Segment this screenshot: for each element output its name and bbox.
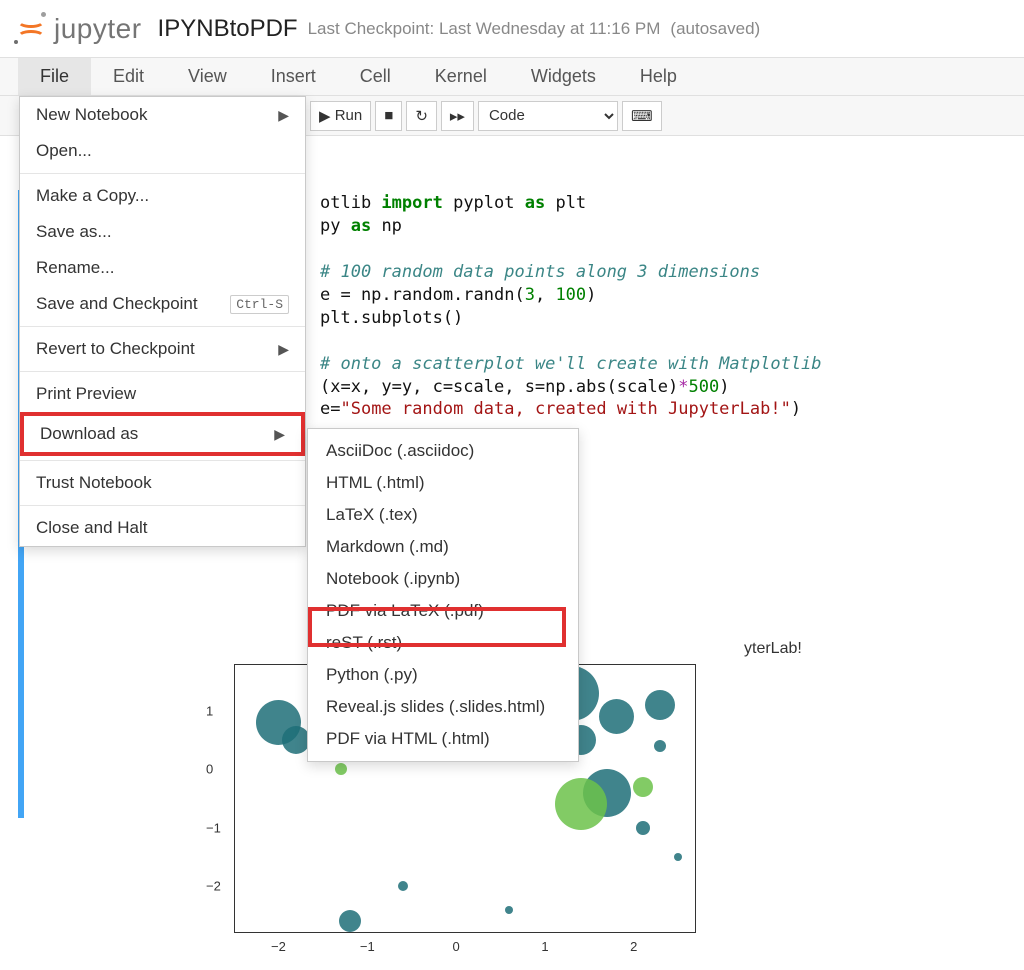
y-tick-label: 0 bbox=[206, 762, 213, 777]
download-as-item[interactable]: PDF via HTML (.html) bbox=[308, 723, 578, 755]
menu-view[interactable]: View bbox=[166, 58, 249, 95]
x-tick-label: −1 bbox=[360, 939, 375, 954]
x-tick-label: 2 bbox=[630, 939, 637, 954]
file-menu-item[interactable]: Open... bbox=[20, 133, 305, 169]
menu-separator bbox=[20, 326, 305, 327]
menu-cell[interactable]: Cell bbox=[338, 58, 413, 95]
file-menu-item-label: Make a Copy... bbox=[36, 186, 149, 206]
brand: jupyter bbox=[54, 13, 142, 45]
scatter-point bbox=[335, 763, 347, 775]
menu-separator bbox=[20, 173, 305, 174]
stop-icon: ■ bbox=[384, 107, 393, 124]
submenu-arrow-icon: ▶ bbox=[278, 107, 289, 124]
keybinding-label: Ctrl-S bbox=[230, 295, 289, 314]
file-menu-item[interactable]: Save and Checkpoint Ctrl-S bbox=[20, 286, 305, 322]
checkpoint-status: Last Checkpoint: Last Wednesday at 11:16… bbox=[308, 19, 661, 39]
menu-separator bbox=[20, 505, 305, 506]
menu-help[interactable]: Help bbox=[618, 58, 699, 95]
header: jupyter IPYNBtoPDF Last Checkpoint: Last… bbox=[0, 0, 1024, 58]
menu-insert[interactable]: Insert bbox=[249, 58, 338, 95]
download-as-item[interactable]: reST (.rst) bbox=[308, 627, 578, 659]
download-as-item[interactable]: HTML (.html) bbox=[308, 467, 578, 499]
submenu-arrow-icon: ▶ bbox=[278, 341, 289, 358]
file-menu-item[interactable]: Download as ▶ bbox=[20, 412, 305, 456]
run-label: Run bbox=[335, 107, 363, 124]
menu-separator bbox=[20, 460, 305, 461]
x-tick-label: −2 bbox=[271, 939, 286, 954]
download-as-item[interactable]: AsciiDoc (.asciidoc) bbox=[308, 435, 578, 467]
download-as-item[interactable]: LaTeX (.tex) bbox=[308, 499, 578, 531]
scatter-point bbox=[339, 910, 361, 932]
file-menu-item[interactable]: New Notebook ▶ bbox=[20, 97, 305, 133]
scatter-point bbox=[398, 881, 408, 891]
menu-edit[interactable]: Edit bbox=[91, 58, 166, 95]
scatter-point bbox=[633, 777, 653, 797]
file-menu-item-label: Open... bbox=[36, 141, 92, 161]
y-tick-label: −2 bbox=[206, 879, 221, 894]
submenu-arrow-icon: ▶ bbox=[274, 426, 285, 443]
file-menu-item-label: Trust Notebook bbox=[36, 473, 152, 493]
play-icon: ▶ bbox=[319, 107, 331, 125]
download-as-item[interactable]: Python (.py) bbox=[308, 659, 578, 691]
file-menu-item-label: New Notebook bbox=[36, 105, 148, 125]
scatter-point bbox=[636, 821, 650, 835]
fast-forward-button[interactable]: ▸▸ bbox=[441, 101, 474, 131]
x-tick-label: 0 bbox=[452, 939, 459, 954]
file-menu-item[interactable]: Revert to Checkpoint ▶ bbox=[20, 331, 305, 367]
file-menu-item[interactable]: Make a Copy... bbox=[20, 178, 305, 214]
download-as-item[interactable]: Reveal.js slides (.slides.html) bbox=[308, 691, 578, 723]
file-menu-item-label: Revert to Checkpoint bbox=[36, 339, 195, 359]
fast-forward-icon: ▸▸ bbox=[450, 107, 465, 125]
menubar: File Edit View Insert Cell Kernel Widget… bbox=[0, 58, 1024, 96]
scatter-point bbox=[282, 726, 310, 754]
file-menu-item[interactable]: Close and Halt bbox=[20, 510, 305, 546]
scatter-point bbox=[599, 699, 634, 734]
x-tick-label: 1 bbox=[541, 939, 548, 954]
run-button[interactable]: ▶ Run bbox=[310, 101, 371, 131]
cell-type-select[interactable]: Code bbox=[478, 101, 618, 131]
file-menu-item[interactable]: Save as... bbox=[20, 214, 305, 250]
file-menu-item[interactable]: Rename... bbox=[20, 250, 305, 286]
plot-title-fragment: yterLab! bbox=[744, 640, 802, 658]
y-tick-label: −1 bbox=[206, 820, 221, 835]
file-menu-item-label: Close and Halt bbox=[36, 518, 148, 538]
file-menu-item-label: Save and Checkpoint bbox=[36, 294, 198, 314]
jupyter-logo-icon bbox=[14, 12, 48, 46]
autosave-status: (autosaved) bbox=[670, 19, 760, 39]
file-menu-dropdown: New Notebook ▶ Open... Make a Copy... Save a… bbox=[19, 96, 306, 547]
notebook-title[interactable]: IPYNBtoPDF bbox=[158, 15, 298, 43]
file-menu-item[interactable]: Print Preview bbox=[20, 376, 305, 412]
menu-separator bbox=[20, 371, 305, 372]
download-as-item[interactable]: Markdown (.md) bbox=[308, 531, 578, 563]
file-menu-item-label: Download as bbox=[40, 424, 138, 444]
file-menu-item-label: Save as... bbox=[36, 222, 112, 242]
stop-button[interactable]: ■ bbox=[375, 101, 402, 131]
command-palette-button[interactable]: ⌨ bbox=[622, 101, 662, 131]
menu-widgets[interactable]: Widgets bbox=[509, 58, 618, 95]
restart-button[interactable]: ↻ bbox=[406, 101, 437, 131]
scatter-point bbox=[555, 778, 607, 830]
y-tick-label: 1 bbox=[206, 703, 213, 718]
download-as-item[interactable]: PDF via LaTeX (.pdf) bbox=[308, 595, 578, 627]
restart-icon: ↻ bbox=[415, 107, 428, 125]
download-as-submenu: AsciiDoc (.asciidoc)HTML (.html)LaTeX (.… bbox=[307, 428, 579, 762]
file-menu-item[interactable]: Trust Notebook bbox=[20, 465, 305, 501]
menu-file[interactable]: File bbox=[18, 58, 91, 95]
file-menu-item-label: Print Preview bbox=[36, 384, 136, 404]
menu-kernel[interactable]: Kernel bbox=[413, 58, 509, 95]
keyboard-icon: ⌨ bbox=[631, 107, 653, 125]
file-menu-item-label: Rename... bbox=[36, 258, 114, 278]
download-as-item[interactable]: Notebook (.ipynb) bbox=[308, 563, 578, 595]
